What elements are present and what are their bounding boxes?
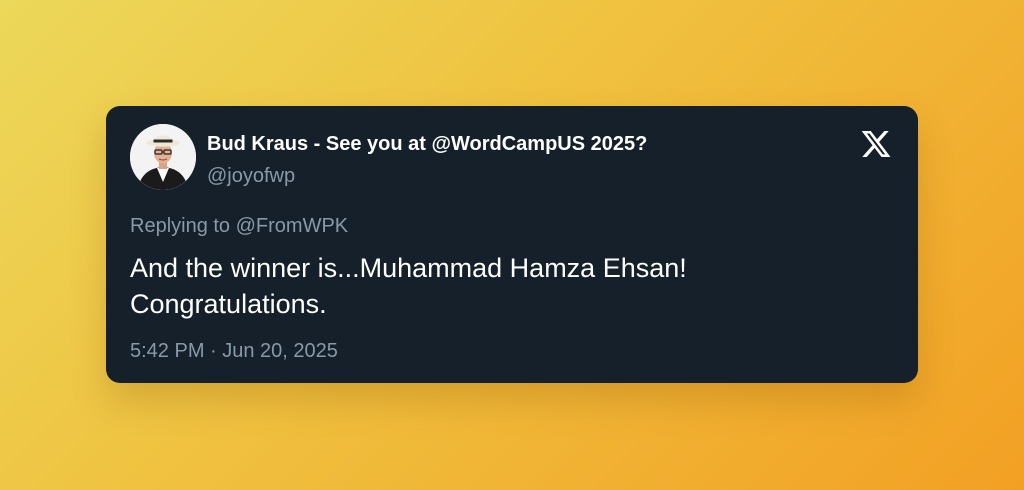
reply-to-handle[interactable]: @FromWPK — [236, 215, 349, 237]
reply-prefix: Replying to — [130, 215, 231, 237]
tweet-timestamp[interactable]: 5:42 PM · Jun 20, 2025 — [130, 339, 338, 363]
tweet-card: Bud Kraus - See you at @WordCampUS 2025?… — [106, 106, 918, 383]
tweet-text-line-2: Congratulations. — [130, 289, 327, 319]
avatar-photo — [130, 124, 196, 190]
author-handle[interactable]: @joyofwp — [207, 164, 295, 188]
reply-context: Replying to @FromWPK — [130, 214, 348, 238]
x-logo-icon[interactable] — [860, 128, 892, 160]
avatar[interactable] — [130, 124, 196, 190]
tweet-text: And the winner is...Muhammad Hamza Ehsan… — [130, 250, 890, 322]
tweet-text-line-1: And the winner is...Muhammad Hamza Ehsan… — [130, 253, 687, 283]
author-name[interactable]: Bud Kraus - See you at @WordCampUS 2025? — [207, 132, 647, 156]
